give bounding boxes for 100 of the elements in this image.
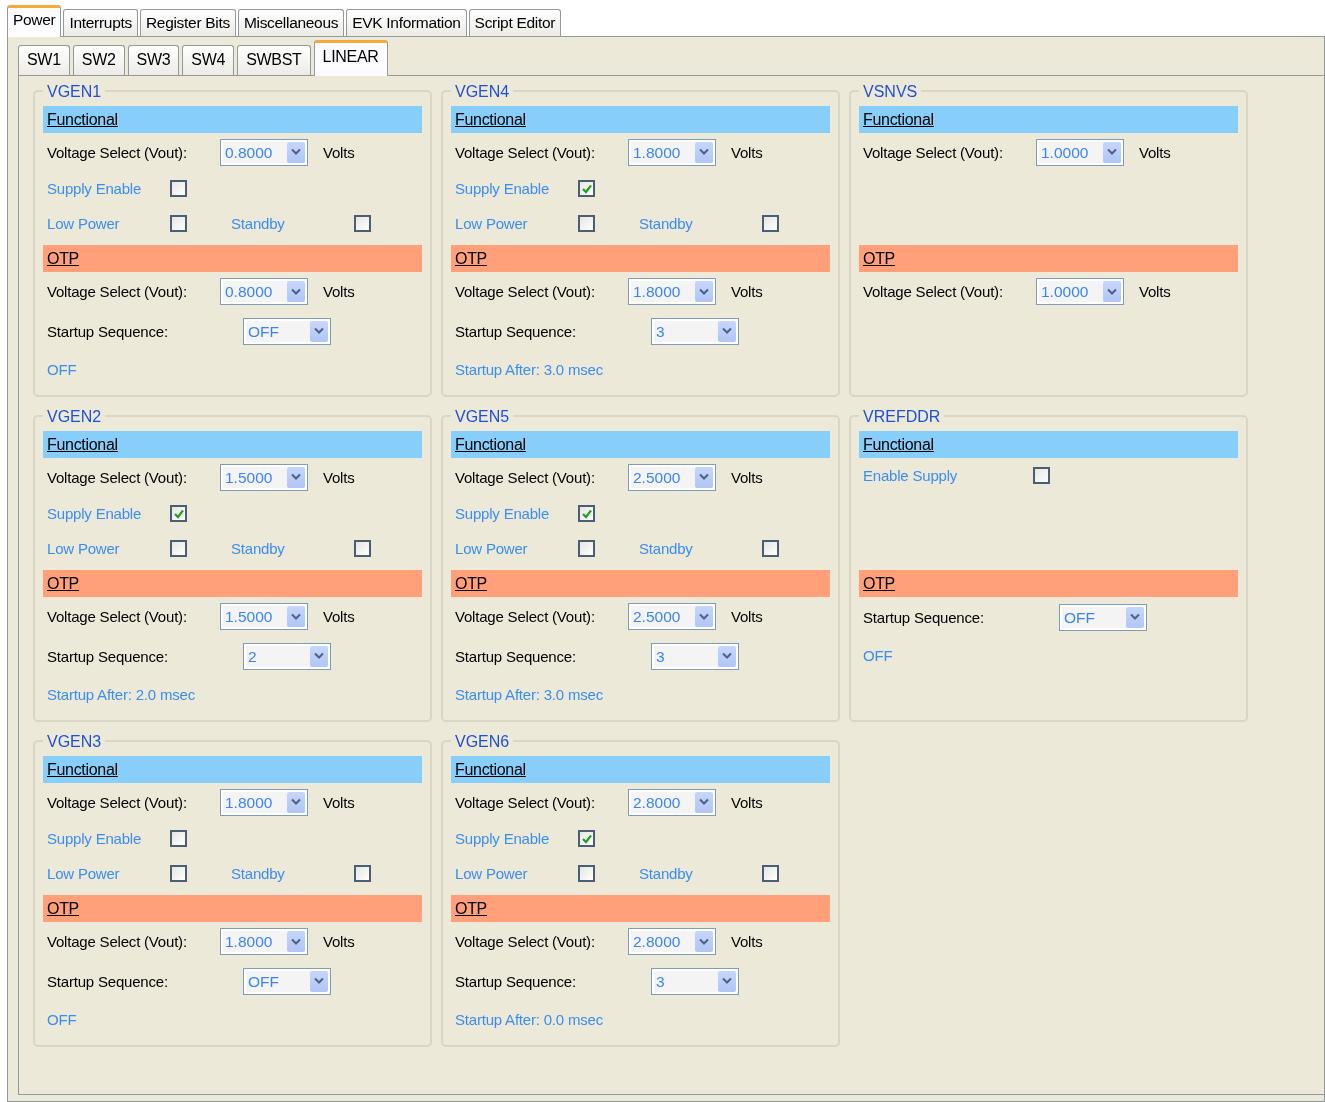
dropdown[interactable]: 2.8000 (628, 788, 716, 816)
status-text: Startup After: 0.0 msec (455, 1010, 603, 1028)
checkbox[interactable] (762, 540, 779, 557)
checkbox[interactable] (578, 505, 595, 522)
dropdown[interactable]: 0.8000 (220, 278, 308, 305)
dropdown[interactable]: 1.5000 (220, 603, 308, 630)
chevron-down-icon (722, 327, 732, 335)
tab[interactable]: EVK Information (346, 9, 467, 36)
dropdown[interactable]: OFF (243, 317, 331, 345)
checkbox[interactable] (578, 215, 595, 232)
dropdown[interactable]: 3 (651, 967, 739, 995)
dropdown[interactable]: 2.5000 (628, 463, 716, 491)
dropdown[interactable]: 1.8000 (220, 788, 308, 816)
chevron-down-icon (291, 287, 301, 296)
unit-label: Volts (323, 608, 355, 625)
checkbox-label: Standby (231, 215, 286, 232)
chevron-down-icon (1130, 613, 1140, 621)
tab[interactable]: SW1 (18, 45, 70, 75)
dropdown[interactable]: 2.5000 (628, 603, 716, 630)
checkbox[interactable] (578, 865, 595, 882)
tab[interactable]: Interrupts (63, 9, 138, 36)
field-label: Voltage Select (Vout): (47, 468, 188, 486)
status-text: Startup After: 3.0 msec (455, 360, 603, 378)
dropdown[interactable]: OFF (1059, 603, 1147, 631)
checkbox[interactable] (170, 540, 187, 557)
tab[interactable]: Register Bits (139, 9, 236, 36)
field-label: Voltage Select (Vout): (455, 468, 596, 486)
unit-label: Volts (731, 793, 763, 811)
tab[interactable]: SW4 (182, 45, 235, 75)
checkbox[interactable] (354, 865, 371, 882)
checkbox[interactable] (578, 830, 595, 847)
checkbox-label: Standby (639, 215, 694, 232)
section-header: OTP (451, 570, 830, 597)
checkbox[interactable] (170, 215, 187, 232)
chevron-down-icon (314, 652, 324, 660)
dropdown[interactable]: 3 (651, 642, 739, 670)
section-header: Functional (859, 431, 1238, 458)
field-label: Voltage Select (Vout): (47, 143, 188, 161)
dropdown[interactable]: 1.8000 (628, 138, 716, 166)
tab[interactable]: Script Editor (468, 9, 562, 36)
checkbox[interactable] (354, 215, 371, 232)
section-header: OTP (859, 245, 1238, 272)
tab[interactable]: SWBST (237, 45, 311, 75)
field-label: Startup Sequence: (47, 322, 169, 340)
section-header: OTP (451, 895, 830, 922)
checkbox-label: Low Power (455, 540, 529, 557)
checkbox-label: Standby (639, 865, 694, 882)
field-label: Startup Sequence: (863, 608, 985, 626)
unit-label: Volts (323, 793, 355, 811)
field-label: Voltage Select (Vout): (455, 608, 596, 625)
tab[interactable]: SW2 (72, 45, 125, 75)
chevron-down-icon (314, 327, 324, 335)
field-label: Voltage Select (Vout): (455, 793, 596, 811)
checkbox[interactable] (762, 215, 779, 232)
field-label: Voltage Select (Vout): (47, 608, 188, 625)
chevron-down-icon (1107, 287, 1117, 296)
checkbox-label: Standby (231, 865, 286, 882)
checkbox-label: Low Power (47, 865, 121, 882)
unit-label: Volts (323, 468, 355, 486)
dropdown[interactable]: 1.0000 (1036, 278, 1124, 305)
section-header: Functional (451, 431, 830, 458)
tab[interactable]: Miscellaneous (237, 9, 345, 36)
checkbox[interactable] (170, 865, 187, 882)
checkbox-label: Low Power (47, 215, 121, 232)
field-label: Startup Sequence: (455, 972, 577, 990)
field-label: Startup Sequence: (47, 647, 169, 665)
dropdown[interactable]: 2.8000 (628, 928, 716, 955)
field-label: Voltage Select (Vout): (47, 283, 188, 300)
chevron-down-icon (722, 652, 732, 660)
checkbox-label: Supply Enable (455, 505, 551, 522)
tab[interactable]: SW3 (127, 45, 180, 75)
checkbox[interactable] (170, 505, 187, 522)
section-header: OTP (43, 570, 422, 597)
section-header: OTP (43, 245, 422, 272)
checkbox[interactable] (170, 830, 187, 847)
dropdown[interactable]: 1.8000 (628, 278, 716, 305)
chevron-down-icon (291, 473, 301, 481)
dropdown[interactable]: 1.5000 (220, 463, 308, 491)
checkbox[interactable] (354, 540, 371, 557)
checkbox[interactable] (170, 180, 187, 197)
checkbox[interactable] (762, 865, 779, 882)
section-header: Functional (859, 106, 1238, 133)
dropdown[interactable]: 1.8000 (220, 928, 308, 955)
checkbox[interactable] (578, 540, 595, 557)
chevron-down-icon (314, 977, 324, 985)
section-header: OTP (859, 570, 1238, 597)
tab[interactable]: LINEAR (313, 40, 388, 76)
dropdown[interactable]: 0.8000 (220, 138, 308, 166)
unit-label: Volts (731, 468, 763, 486)
dropdown[interactable]: 3 (651, 317, 739, 345)
tab[interactable]: Power (7, 5, 62, 37)
status-text: Startup After: 3.0 msec (455, 685, 603, 703)
chevron-down-icon (699, 937, 709, 946)
checkbox[interactable] (578, 180, 595, 197)
dropdown[interactable]: OFF (243, 967, 331, 995)
dropdown[interactable]: 2 (243, 642, 331, 670)
checkbox[interactable] (1033, 467, 1050, 484)
dropdown[interactable]: 1.0000 (1036, 138, 1124, 166)
unit-label: Volts (1139, 143, 1171, 161)
unit-label: Volts (323, 283, 355, 300)
